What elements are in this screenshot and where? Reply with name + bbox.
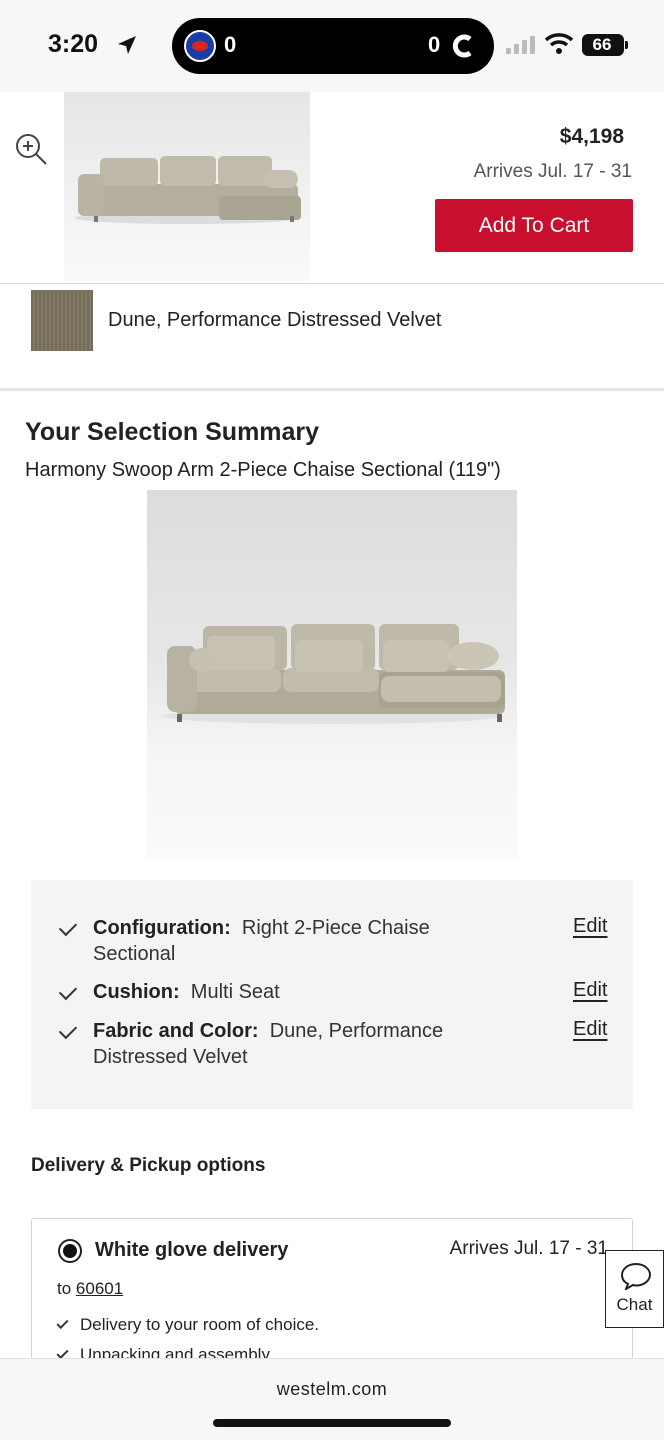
option-label: Cushion: — [93, 981, 180, 1003]
sofa-thumbnail-illustration — [75, 156, 301, 224]
battery-icon: 66 — [582, 34, 628, 56]
chat-bubble-icon — [620, 1262, 652, 1290]
to-prefix: to — [57, 1279, 72, 1298]
section-divider — [0, 388, 664, 391]
radio-selected-icon[interactable] — [58, 1239, 82, 1263]
selected-fabric-row[interactable]: Dune, Performance Distressed Velvet — [0, 284, 664, 388]
cellular-signal-icon — [506, 36, 535, 54]
browser-address-bar[interactable]: westelm.com — [0, 1358, 664, 1440]
wifi-icon — [544, 33, 574, 54]
selection-options-panel: Configuration: Right 2-Piece Chaise Sect… — [31, 880, 633, 1109]
product-name: Harmony Swoop Arm 2-Piece Chaise Section… — [25, 459, 501, 481]
option-value: Multi Seat — [190, 981, 280, 1003]
fabric-swatch — [31, 290, 93, 351]
option-label: Configuration: — [93, 917, 231, 939]
chat-button[interactable]: Chat — [605, 1250, 664, 1328]
chat-label: Chat — [616, 1295, 653, 1314]
checkmark-icon — [58, 981, 78, 1001]
location-arrow-icon — [118, 36, 136, 54]
checkmark-icon — [58, 1020, 78, 1040]
score-right: 0 — [428, 32, 441, 57]
zip-code-link[interactable]: 60601 — [76, 1279, 123, 1298]
delivery-perk: Delivery to your room of choice. — [56, 1315, 320, 1335]
dynamic-island-scoreboard[interactable]: 0 0 — [172, 18, 494, 74]
status-bar: 3:20 0 0 66 — [0, 0, 664, 92]
add-to-cart-button[interactable]: Add To Cart — [435, 199, 633, 252]
price: $4,198 — [559, 125, 624, 148]
checkmark-icon — [56, 1316, 69, 1330]
perk-text: Delivery to your room of choice. — [80, 1315, 320, 1334]
sofa-illustration — [162, 624, 505, 724]
fabric-label: Dune, Performance Distressed Velvet — [108, 309, 442, 331]
clock: 3:20 — [48, 30, 99, 58]
white-glove-delivery-option[interactable]: White glove delivery Arrives Jul. 17 - 3… — [31, 1218, 633, 1378]
zoom-in-icon[interactable] — [14, 132, 48, 166]
delivery-destination: to 60601 — [57, 1279, 123, 1299]
battery-level: 66 — [592, 35, 612, 54]
delivery-option-title: White glove delivery — [95, 1239, 289, 1261]
edit-cushion-link[interactable]: Edit — [573, 979, 607, 1002]
delivery-arrival: Arrives Jul. 17 - 31 — [449, 1238, 608, 1259]
cubs-logo-icon — [184, 30, 216, 62]
arrival-estimate: Arrives Jul. 17 - 31 — [473, 161, 632, 182]
product-thumbnail[interactable] — [64, 92, 310, 282]
reds-logo-icon — [452, 34, 472, 58]
checkmark-icon — [58, 917, 78, 937]
edit-configuration-link[interactable]: Edit — [573, 915, 607, 938]
edit-fabric-link[interactable]: Edit — [573, 1018, 607, 1041]
delivery-section-title: Delivery & Pickup options — [31, 1155, 266, 1176]
sticky-product-header: $4,198 Arrives Jul. 17 - 31 Add To Cart — [0, 92, 664, 284]
home-indicator[interactable] — [213, 1419, 451, 1427]
domain-label[interactable]: westelm.com — [0, 1379, 664, 1400]
product-image[interactable] — [147, 490, 517, 860]
option-label: Fabric and Color: — [93, 1020, 259, 1042]
summary-title: Your Selection Summary — [25, 418, 320, 446]
score-left: 0 — [224, 32, 237, 57]
